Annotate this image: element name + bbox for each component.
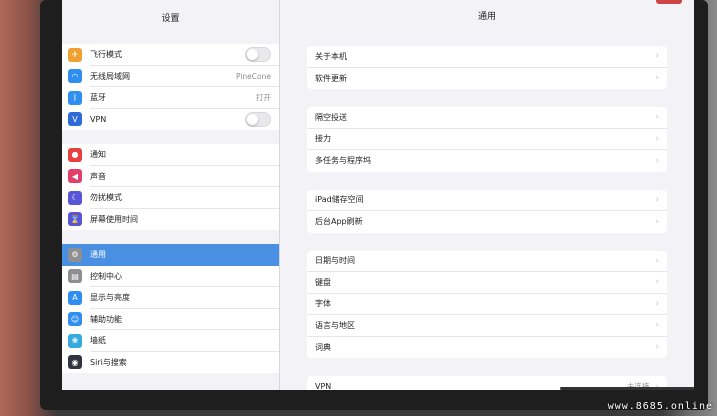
- chevron-right-icon: ›: [655, 255, 659, 266]
- toggle-switch[interactable]: [245, 47, 271, 63]
- sidebar-item[interactable]: ⌛ 屏幕使用时间: [62, 209, 279, 231]
- settings-row[interactable]: 后台App刷新 ›: [307, 211, 667, 233]
- sidebar-item[interactable]: ᛒ 蓝牙 打开: [62, 87, 279, 109]
- settings-row[interactable]: 字体 ›: [307, 294, 667, 315]
- settings-row[interactable]: 语言与地区 ›: [307, 315, 667, 337]
- sidebar-item[interactable]: ◀ 声音: [62, 166, 279, 187]
- sidebar-item[interactable]: ▤ 控制中心: [62, 266, 279, 287]
- settings-row-label: 软件更新: [315, 73, 347, 83]
- sidebar-item[interactable]: ◉ Siri与搜索: [62, 352, 279, 374]
- sidebar-item-label: 声音: [90, 166, 279, 187]
- bluetooth-icon: ᛒ: [68, 90, 82, 105]
- settings-row[interactable]: 接力 ›: [307, 129, 667, 150]
- settings-group: 关于本机 › 软件更新 ›: [307, 46, 667, 89]
- chevron-right-icon: ›: [655, 155, 659, 166]
- accessibility-icon: ☺: [68, 312, 82, 327]
- sidebar-item[interactable]: V VPN: [62, 109, 279, 131]
- chevron-right-icon: ›: [655, 320, 659, 331]
- sound-icon: ◀: [68, 169, 82, 184]
- settings-sidebar: 设置 ✈ 飞行模式 ◠ 无线局域网 PineCone ᛒ 蓝牙 打开 V VPN ● 通知 ◀ 声音 ☾ 勿扰…: [62, 0, 280, 390]
- settings-row[interactable]: 多任务与程序坞 ›: [307, 150, 667, 172]
- sidebar-item-value: 打开: [256, 93, 271, 103]
- sidebar-item-label: 显示与亮度: [90, 287, 279, 309]
- settings-row-label: 接力: [315, 134, 331, 144]
- settings-row-label: 字体: [315, 299, 331, 309]
- notifications-icon: ●: [68, 147, 82, 162]
- sidebar-groups: ✈ 飞行模式 ◠ 无线局域网 PineCone ᛒ 蓝牙 打开 V VPN ● 通知 ◀ 声音 ☾ 勿扰模式 ⌛…: [62, 44, 279, 373]
- settings-row-label: 关于本机: [315, 51, 347, 61]
- settings-group: 日期与时间 › 键盘 › 字体 › 语言与地区 › 词典 ›: [307, 250, 667, 359]
- sidebar-item-label: 控制中心: [90, 266, 279, 287]
- ipad-screen: 设置 ✈ 飞行模式 ◠ 无线局域网 PineCone ᛒ 蓝牙 打开 V VPN ● 通知 ◀ 声音 ☾ 勿扰…: [62, 0, 694, 390]
- siri-icon: ◉: [68, 355, 82, 370]
- settings-row-label: 键盘: [315, 277, 331, 287]
- sidebar-item-label: 辅助功能: [90, 309, 279, 330]
- sidebar-item-label: 屏幕使用时间: [90, 214, 138, 224]
- hourglass-icon: ⌛: [68, 212, 82, 227]
- sidebar-item[interactable]: ☾ 勿扰模式: [62, 187, 279, 209]
- settings-row[interactable]: 软件更新 ›: [307, 68, 667, 90]
- sidebar-group: ● 通知 ◀ 声音 ☾ 勿扰模式 ⌛ 屏幕使用时间: [62, 144, 279, 230]
- settings-row-label: 词典: [315, 342, 331, 352]
- chevron-right-icon: ›: [655, 216, 659, 227]
- sidebar-item-label: 墙纸: [90, 330, 279, 352]
- status-indicator: [656, 0, 682, 4]
- moon-icon: ☾: [68, 190, 82, 205]
- sidebar-item[interactable]: A 显示与亮度: [62, 287, 279, 309]
- toggle-switch[interactable]: [245, 111, 271, 127]
- sidebar-item-label: 蓝牙: [90, 87, 279, 109]
- settings-row-label: iPad储存空间: [315, 195, 364, 205]
- chevron-right-icon: ›: [655, 342, 659, 353]
- page-title: 通用: [477, 12, 496, 22]
- sidebar-item[interactable]: ⚙ 通用: [62, 244, 279, 266]
- sidebar-group: ⚙ 通用 ▤ 控制中心 A 显示与亮度 ☺ 辅助功能 ❀ 墙纸 ◉ Siri与搜索: [62, 244, 279, 373]
- settings-row[interactable]: 日期与时间 ›: [307, 251, 667, 272]
- display-icon: A: [68, 290, 82, 305]
- settings-row-label: 语言与地区: [315, 320, 355, 330]
- sidebar-title: 设置: [161, 14, 180, 24]
- settings-row[interactable]: 词典 ›: [307, 337, 667, 359]
- wallpaper-icon: ❀: [68, 333, 82, 348]
- sidebar-item-label: 通知: [90, 144, 279, 166]
- home-indicator[interactable]: [560, 387, 694, 390]
- settings-row[interactable]: 关于本机 ›: [307, 46, 667, 68]
- chevron-right-icon: ›: [655, 194, 659, 205]
- general-groups: 关于本机 › 软件更新 › 隔空投送 › 接力 › 多任务与程序坞 › iPad储存空间 › 后台App…: [280, 46, 694, 390]
- settings-row[interactable]: iPad储存空间 ›: [307, 190, 667, 211]
- chevron-right-icon: ›: [655, 73, 659, 84]
- settings-group: 隔空投送 › 接力 › 多任务与程序坞 ›: [307, 107, 667, 172]
- chevron-right-icon: ›: [655, 112, 659, 123]
- sidebar-item[interactable]: ☺ 辅助功能: [62, 309, 279, 330]
- wifi-icon: ◠: [68, 69, 82, 84]
- settings-row[interactable]: 键盘 ›: [307, 272, 667, 294]
- sidebar-group: ✈ 飞行模式 ◠ 无线局域网 PineCone ᛒ 蓝牙 打开 V VPN: [62, 44, 279, 130]
- chevron-right-icon: ›: [655, 298, 659, 309]
- gear-icon: ⚙: [68, 247, 82, 262]
- settings-group: iPad储存空间 › 后台App刷新 ›: [307, 189, 667, 233]
- watermark-text: www.8685.online: [607, 401, 713, 412]
- control-center-icon: ▤: [68, 269, 82, 284]
- sidebar-item[interactable]: ❀ 墙纸: [62, 330, 279, 352]
- chevron-right-icon: ›: [655, 51, 659, 62]
- sidebar-item-label: Siri与搜索: [90, 357, 127, 367]
- settings-row-label: 隔空投送: [315, 112, 347, 122]
- settings-row-label: 日期与时间: [315, 256, 355, 266]
- sidebar-item-label: 勿扰模式: [90, 187, 279, 209]
- sidebar-item-value: PineCone: [235, 71, 271, 81]
- chevron-right-icon: ›: [655, 133, 659, 144]
- settings-row[interactable]: 隔空投送 ›: [307, 107, 667, 129]
- sidebar-item[interactable]: ◠ 无线局域网 PineCone: [62, 66, 279, 87]
- settings-row-label: 多任务与程序坞: [315, 156, 371, 166]
- vpn-icon: V: [68, 112, 82, 127]
- settings-row-label: 后台App刷新: [315, 217, 363, 227]
- chevron-right-icon: ›: [655, 277, 659, 288]
- general-panel: 通用 关于本机 › 软件更新 › 隔空投送 › 接力 › 多任务与程序坞 › iPad储存空间 › 后台…: [280, 0, 694, 390]
- sidebar-item[interactable]: ● 通知: [62, 144, 279, 166]
- sidebar-item[interactable]: ✈ 飞行模式: [62, 44, 279, 66]
- airplane-icon: ✈: [68, 47, 82, 62]
- sidebar-item-label: 通用: [90, 250, 106, 259]
